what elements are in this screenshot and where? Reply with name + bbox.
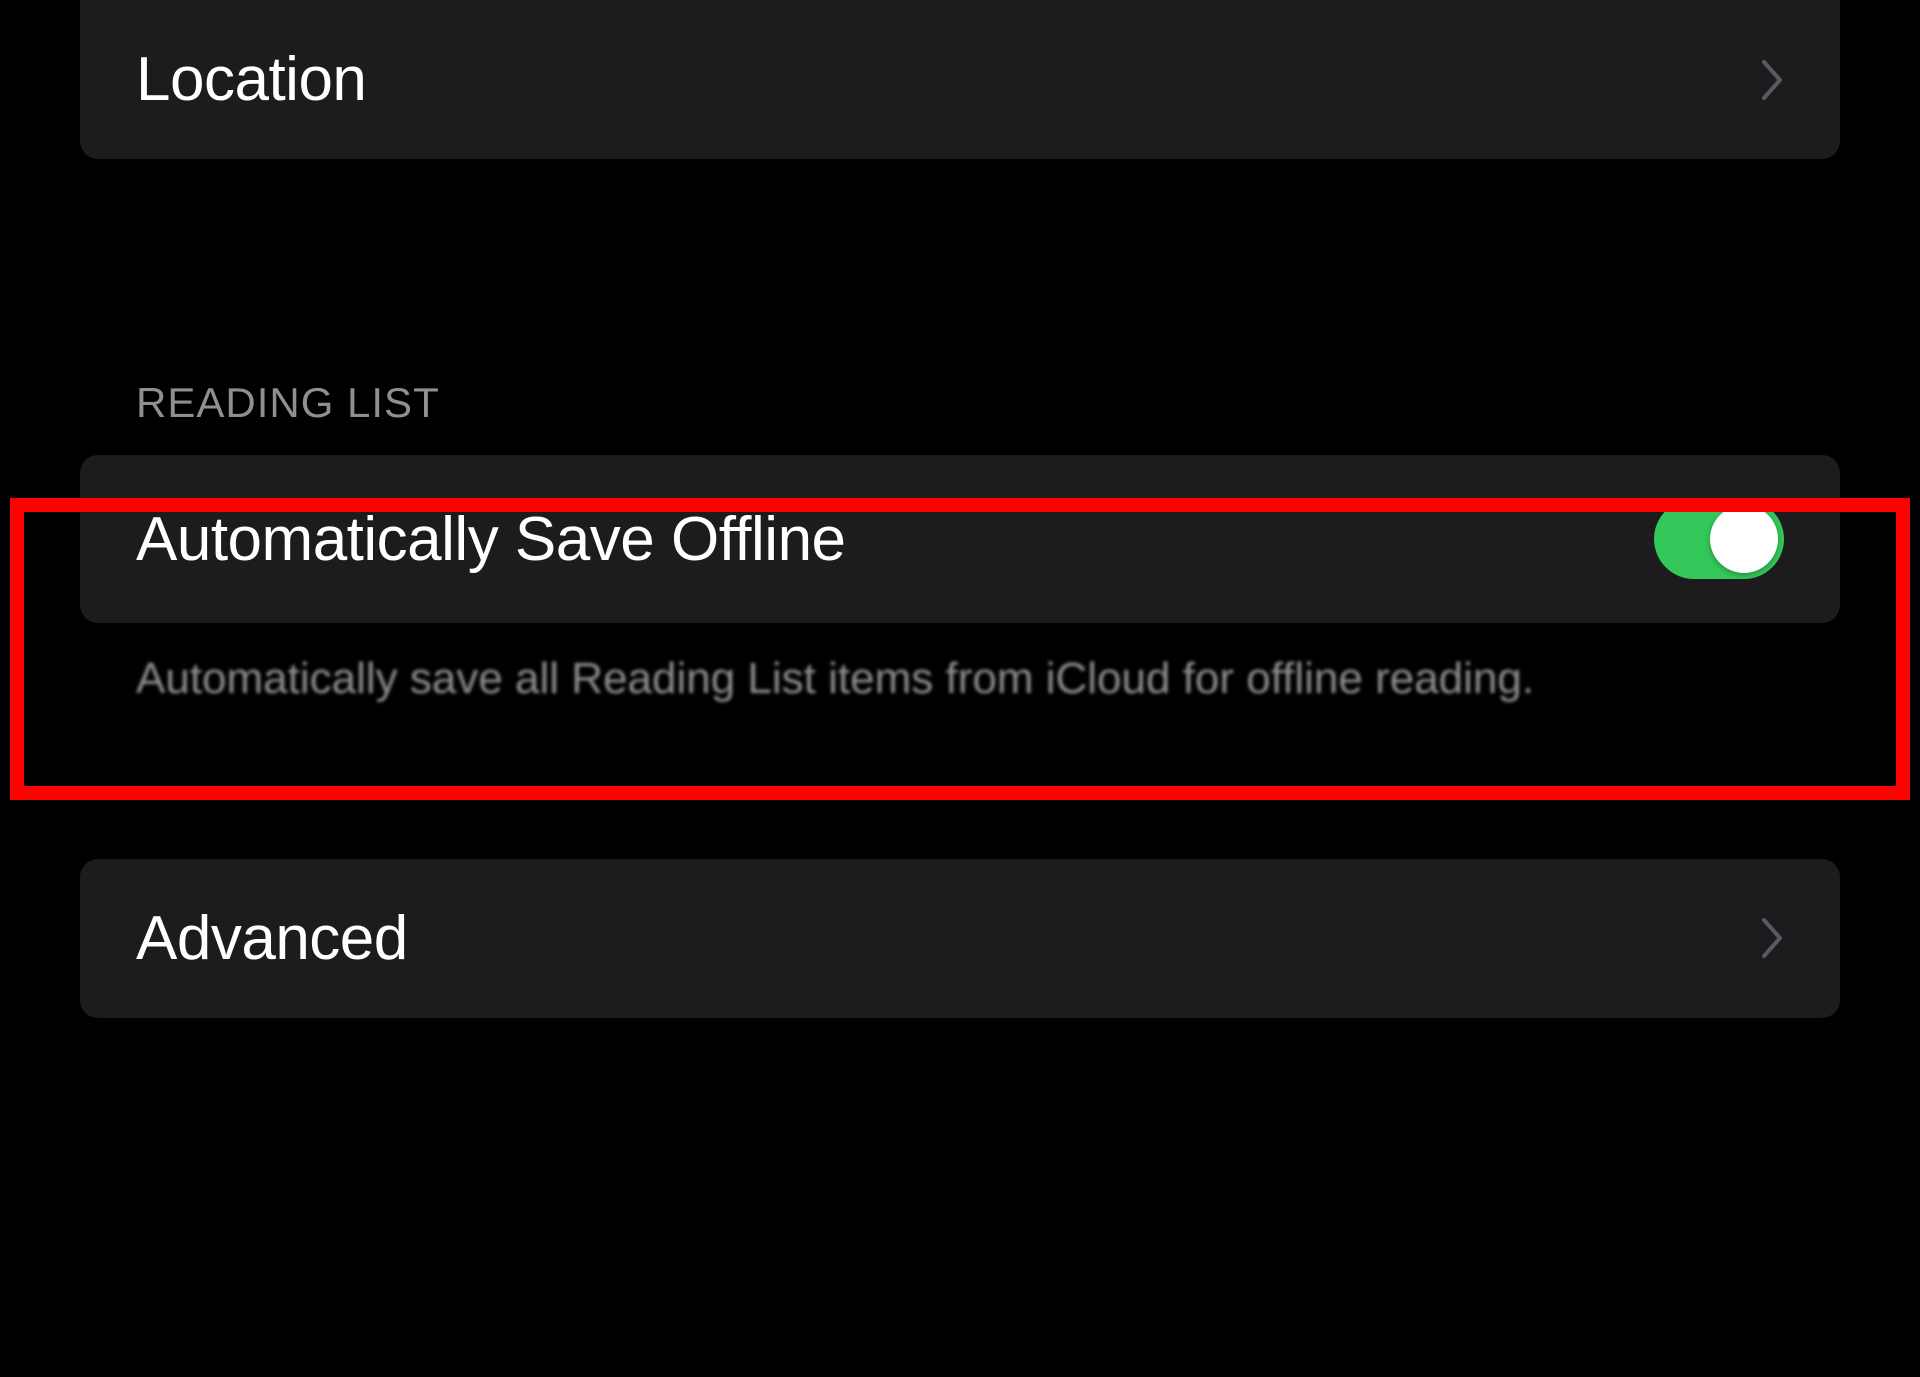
cell-label-location: Location [136,44,366,115]
toggle-auto-save-offline[interactable] [1654,499,1784,579]
chevron-right-icon [1760,916,1784,960]
settings-cell-location[interactable]: Location [80,0,1840,159]
chevron-right-icon [1760,58,1784,102]
section-header-reading-list: READING LIST [80,379,1840,427]
cell-label-auto-save: Automatically Save Offline [136,504,846,575]
toggle-knob [1710,505,1778,573]
settings-cell-auto-save-offline[interactable]: Automatically Save Offline [80,455,1840,623]
cell-label-advanced: Advanced [136,903,408,974]
section-footer-reading-list: Automatically save all Reading List item… [80,623,1840,711]
settings-cell-advanced[interactable]: Advanced [80,859,1840,1018]
